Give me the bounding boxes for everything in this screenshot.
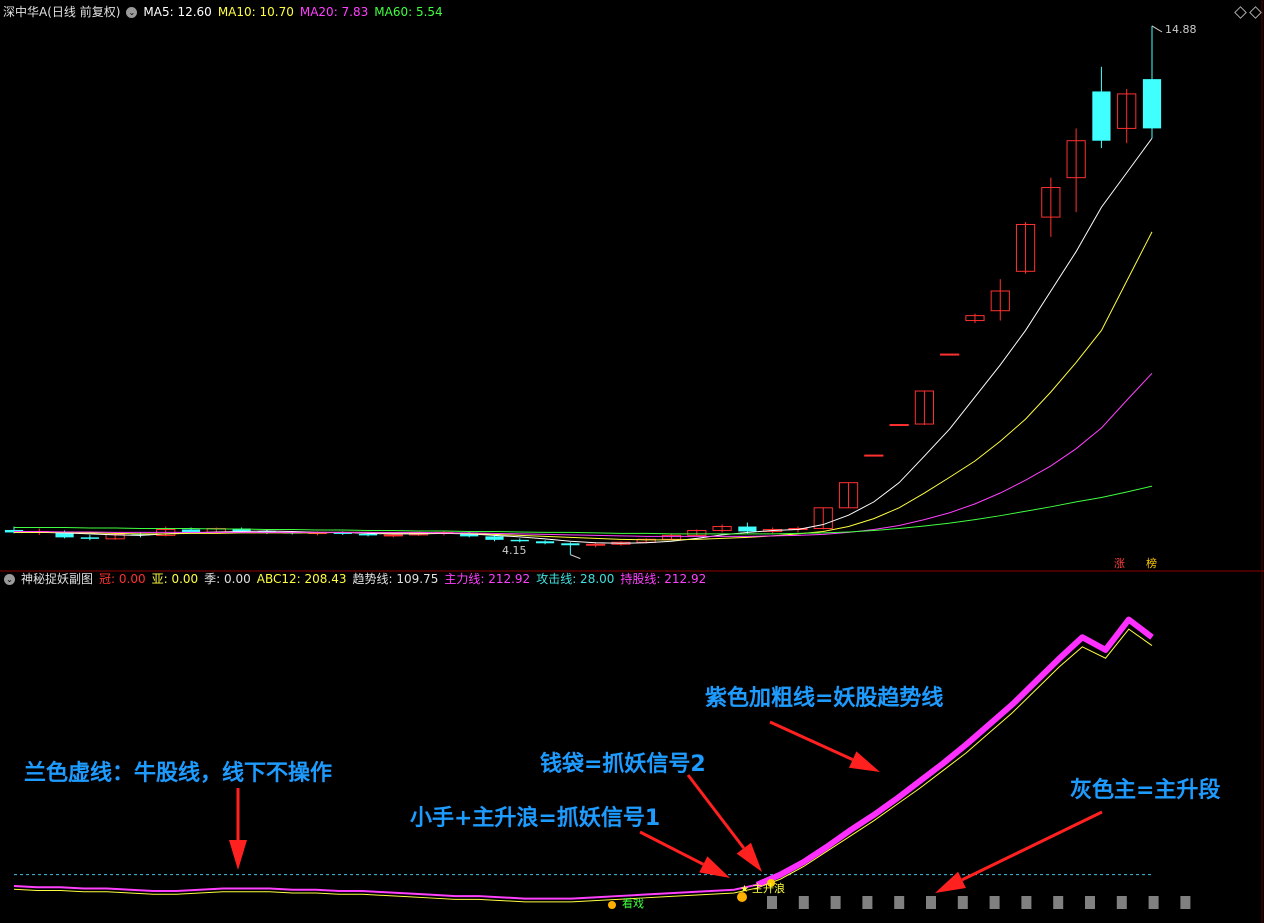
main-panel-title: 深中华A(日线 前复权) [3, 5, 121, 19]
main-rise-block [894, 896, 905, 909]
arrow-head [848, 751, 880, 772]
candle-body [510, 539, 529, 542]
ma-line-ma20 [14, 372, 1153, 537]
main-panel-header: 深中华A(日线 前复权) ⌄ MA5: 12.60 MA10: 10.70 MA20: … [0, 3, 455, 21]
subInd-item: 季: 0.00 [204, 572, 251, 586]
mainInd-item: MA5: 12.60 [143, 5, 212, 19]
sub-panel-header: ⌄ 神秘捉妖副图 冠: 0.00 亚: 0.00 季: 0.00 ABC12: 208.4… [0, 570, 718, 588]
mainInd-item: MA20: 7.83 [299, 5, 369, 19]
ma-indicator-values: MA5: 12.60 MA10: 10.70 MA20: 7.83 MA60: 5.5… [143, 5, 448, 19]
high-price-label: 14.88 [1165, 23, 1197, 36]
main-rise-block [957, 896, 968, 909]
subInd-item: ABC12: 208.43 [256, 572, 347, 586]
candlestick-series [4, 25, 1162, 555]
arrow-shaft [961, 810, 1103, 882]
candle-body [80, 537, 99, 539]
main-rise-block [862, 896, 873, 909]
main-rise-block [1053, 896, 1064, 909]
main-rise-block [1180, 896, 1191, 909]
subInd-item: 趋势线: 109.75 [352, 572, 439, 586]
arrow-shaft [686, 774, 745, 850]
hand-icon [608, 901, 616, 909]
arrow-shaft [769, 720, 854, 761]
candle-body [738, 526, 757, 532]
limit-up-badge[interactable]: 涨 [1112, 555, 1127, 571]
main-rise-block [1116, 896, 1127, 909]
chevron-down-icon[interactable]: ⌄ [4, 574, 15, 585]
kanxi-label: 看戏 [622, 896, 644, 910]
main-rise-block [767, 896, 777, 909]
main-rise-block [926, 896, 936, 909]
low-marker [570, 554, 581, 560]
sub-panel-title: 神秘捉妖副图 [21, 572, 94, 586]
subInd-item: 亚: 0.00 [151, 572, 199, 586]
mainInd-item: MA60: 5.54 [374, 5, 443, 19]
main-rise-block [798, 896, 809, 909]
annotation-main-rise: 灰色主=主升段 [1070, 778, 1221, 803]
high-marker [1151, 25, 1163, 33]
subInd-item: 冠: 0.00 [99, 572, 146, 586]
main-rise-block [1021, 896, 1032, 909]
candle-body [535, 541, 555, 544]
star-icon: ★ [740, 884, 749, 895]
candle-body [561, 543, 580, 546]
main-rise-block [1148, 896, 1159, 909]
moving-average-lines [14, 25, 1163, 560]
candle-body [864, 454, 884, 457]
mainInd-item: MA10: 10.70 [217, 5, 294, 19]
annotation-bull-line: 兰色虚线：牛股线，线下不操作 [24, 761, 333, 786]
main-rise-block [989, 896, 1000, 909]
candle-body [889, 424, 909, 427]
demon-trend-thick-line [755, 616, 1154, 888]
candle-body [383, 534, 403, 537]
annotation-money-bag: 钱袋=抓妖信号2 [540, 752, 706, 777]
main-force-line [13, 883, 758, 900]
subInd-item: 攻击线: 28.00 [536, 572, 615, 586]
ma-line-ma5 [14, 137, 1153, 544]
main-rise-block [830, 896, 841, 909]
annotation-trend-line: 紫色加粗线=妖股趋势线 [705, 686, 944, 711]
candle-body [485, 536, 504, 540]
arrow-head [229, 840, 247, 870]
ma-line-ma60 [14, 485, 1153, 535]
main-rise-block [1085, 896, 1095, 909]
candle-body [1142, 79, 1162, 129]
annotation-hand-signal: 小手+主升浪=抓妖信号1 [410, 806, 661, 831]
ranking-badge[interactable]: 榜 [1144, 555, 1159, 571]
low-price-label: 4.15 [502, 544, 527, 557]
candle-body [586, 543, 606, 546]
candle-body [358, 533, 378, 536]
arrow-head [736, 842, 762, 872]
zhushenglang-label: 主升浪 [752, 881, 785, 895]
ma-line-ma10 [14, 231, 1153, 541]
arrow-head [699, 856, 730, 878]
chevron-down-icon[interactable]: ⌄ [126, 7, 138, 18]
subInd-item: 主力线: 212.92 [444, 572, 531, 586]
sub-indicator-values: 冠: 0.00 亚: 0.00 季: 0.00 ABC12: 208.43 趋势线: 1… [99, 572, 712, 586]
candle-body [940, 353, 960, 356]
subInd-item: 持股线: 212.92 [620, 572, 707, 586]
candle-body [1092, 91, 1111, 141]
arrow-shaft [639, 830, 704, 866]
